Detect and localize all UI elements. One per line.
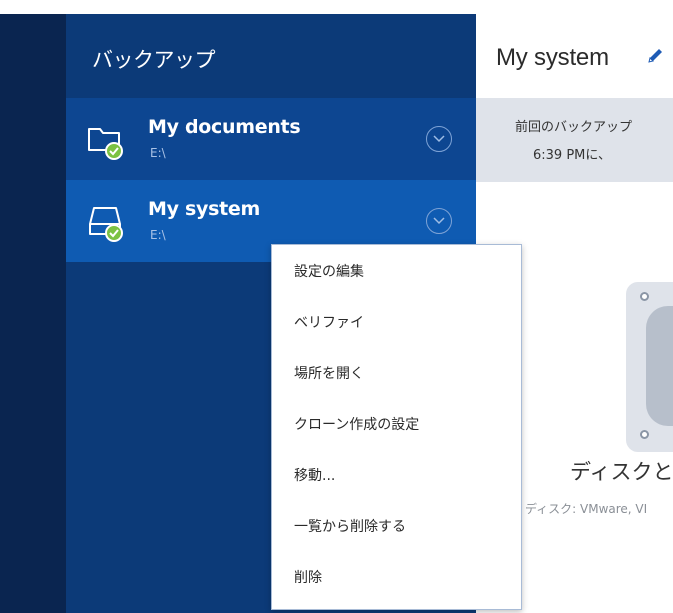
main-header: My system bbox=[476, 14, 673, 98]
disk-screw-icon bbox=[640, 430, 649, 439]
panel-title: バックアップ bbox=[92, 48, 216, 72]
top-edge bbox=[0, 0, 673, 14]
menu-item-clone-settings[interactable]: クローン作成の設定 bbox=[272, 400, 519, 450]
last-backup-label: 前回のバックアップ bbox=[515, 120, 633, 135]
disk-screw-icon bbox=[640, 292, 649, 301]
backup-item-name: My system bbox=[148, 198, 260, 220]
menu-item-remove-from-list[interactable]: 一覧から削除する bbox=[272, 502, 519, 552]
menu-item-verify[interactable]: ベリファイ bbox=[272, 298, 519, 348]
backup-item-drive: E:\ bbox=[150, 228, 166, 242]
last-backup-info: 前回のバックアップ 6:39 PMに、 bbox=[476, 98, 673, 182]
chevron-down-icon[interactable] bbox=[426, 126, 452, 152]
backup-item-name: My documents bbox=[148, 116, 301, 138]
disk-illustration bbox=[626, 282, 673, 452]
disk-platter bbox=[646, 306, 673, 426]
menu-item-open-location[interactable]: 場所を開く bbox=[272, 349, 519, 399]
page-title: My system bbox=[496, 44, 609, 71]
disk-subcaption: ディスク: VMware, VI bbox=[525, 502, 648, 516]
drive-icon bbox=[89, 207, 123, 242]
menu-item-delete[interactable]: 削除 bbox=[272, 553, 519, 603]
menu-item-move[interactable]: 移動... bbox=[272, 451, 519, 501]
pencil-edit-icon[interactable] bbox=[646, 47, 664, 65]
chevron-down-icon[interactable] bbox=[426, 208, 452, 234]
menu-item-edit-settings[interactable]: 設定の編集 bbox=[272, 247, 519, 297]
backup-item-drive: E:\ bbox=[150, 146, 166, 160]
backup-item-my-documents[interactable]: My documents E:\ bbox=[66, 98, 476, 180]
navigation-rail bbox=[0, 14, 66, 613]
context-menu: 設定の編集 ベリファイ 場所を開く クローン作成の設定 移動... 一覧から削除… bbox=[271, 244, 522, 610]
last-backup-time: 6:39 PMに、 bbox=[533, 148, 611, 163]
folder-icon bbox=[88, 128, 123, 160]
disk-caption: ディスクと/ bbox=[570, 460, 673, 484]
